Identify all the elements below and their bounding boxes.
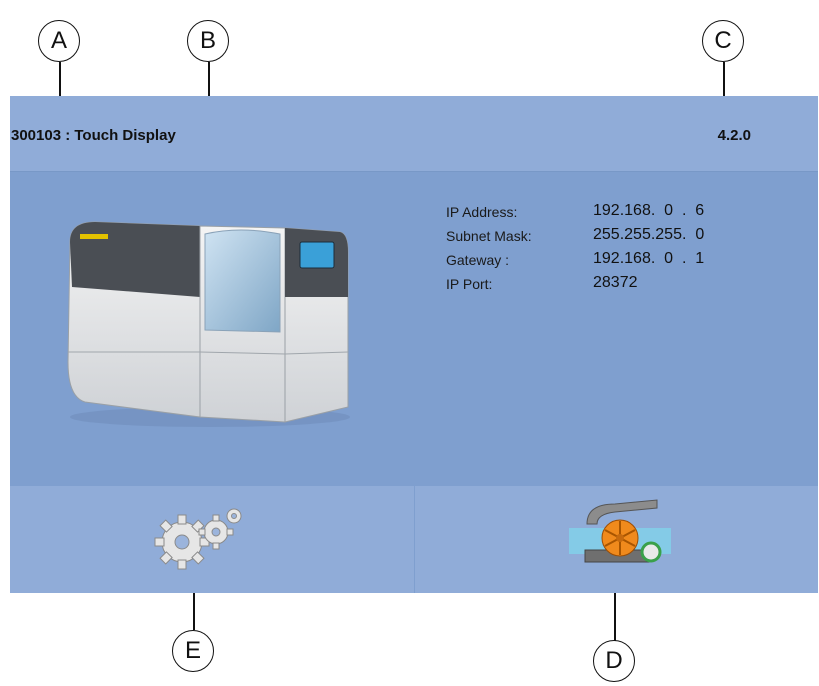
gears-icon [154,508,242,570]
machine-screen [299,241,335,269]
logo-stripe [80,234,108,239]
subnet-mask-value: 255.255.255. 0 [593,226,705,243]
device-title: 300103 : Touch Display [11,127,176,144]
gateway-label: Gateway : [446,252,510,268]
status-area: IP Address: 192.168. 0 . 6 Subnet Mask: … [10,172,818,485]
maintenance-button[interactable] [415,486,818,593]
callout-a: A [38,20,80,62]
fan-maintenance-icon [569,499,671,563]
software-version: 4.2.0 [717,127,751,144]
callout-b: B [187,20,229,62]
callout-d: D [593,640,635,682]
subnet-mask-label: Subnet Mask: [446,228,532,244]
ip-address-label: IP Address: [446,204,518,220]
footer-bar [10,486,818,593]
header-bar: 300103 : Touch Display 4.2.0 [10,96,818,172]
ip-port-value: 28372 [593,274,638,291]
callout-c: C [702,20,744,62]
touch-display-panel: 300103 : Touch Display 4.2.0 IP Address:… [10,96,818,593]
ip-address-value: 192.168. 0 . 6 [593,202,705,219]
milling-machine-image [67,221,350,427]
settings-button[interactable] [10,486,415,593]
ip-port-label: IP Port: [446,276,493,292]
gateway-value: 192.168. 0 . 1 [593,250,705,267]
callout-e: E [172,630,214,672]
